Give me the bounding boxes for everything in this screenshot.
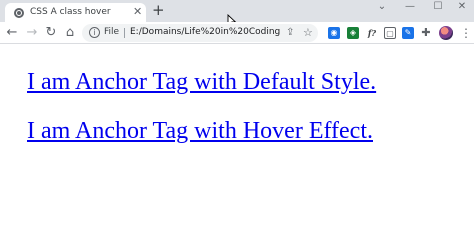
extension-4-icon[interactable]: ▢ [384,27,396,39]
reload-button[interactable]: ↻ [43,25,59,41]
tab-title: CSS A class hover [30,7,111,17]
scheme-label: File [104,27,120,37]
browser-toolbar: ← → ↻ ⌂ i File E:/Domains/Life%20in%20Co… [0,22,474,44]
puzzle-icon[interactable]: ✚ [420,27,432,39]
info-icon[interactable]: i [89,27,100,38]
page-content: I am Anchor Tag with Default Style. I am… [0,45,474,244]
forward-button[interactable]: → [24,25,40,41]
bookmark-star-icon[interactable]: ☆ [303,26,313,39]
profile-avatar[interactable] [439,26,453,40]
address-bar[interactable]: i File E:/Domains/Life%20in%20Coding/Blo… [82,24,318,42]
extension-1-icon[interactable]: ◉ [328,27,340,39]
share-icon[interactable]: ⇪ [286,27,294,39]
close-window-button[interactable]: ✕ [448,0,474,16]
extension-5-icon[interactable]: ✎ [402,27,414,39]
globe-icon [14,8,24,18]
hover-effect-link[interactable]: I am Anchor Tag with Hover Effect. [27,118,373,145]
back-button[interactable]: ← [4,25,20,41]
url-text[interactable]: E:/Domains/Life%20in%20Coding/Blogs... [130,27,280,37]
default-style-link[interactable]: I am Anchor Tag with Default Style. [27,69,376,96]
minimize-button[interactable]: — [396,0,424,16]
tab-strip: CSS A class hover ✕ + ⌄ — ☐ ✕ [0,0,474,28]
tab-search-button[interactable]: ⌄ [368,0,396,16]
menu-icon[interactable]: ⋮ [460,25,472,41]
new-tab-button[interactable]: + [152,2,165,19]
formula-icon[interactable]: f? [366,27,378,39]
home-button[interactable]: ⌂ [62,25,78,41]
address-divider [124,28,125,38]
tab-close-button[interactable]: ✕ [133,5,142,19]
browser-tab[interactable]: CSS A class hover ✕ [5,3,146,22]
extension-2-icon[interactable]: ◈ [347,27,359,39]
